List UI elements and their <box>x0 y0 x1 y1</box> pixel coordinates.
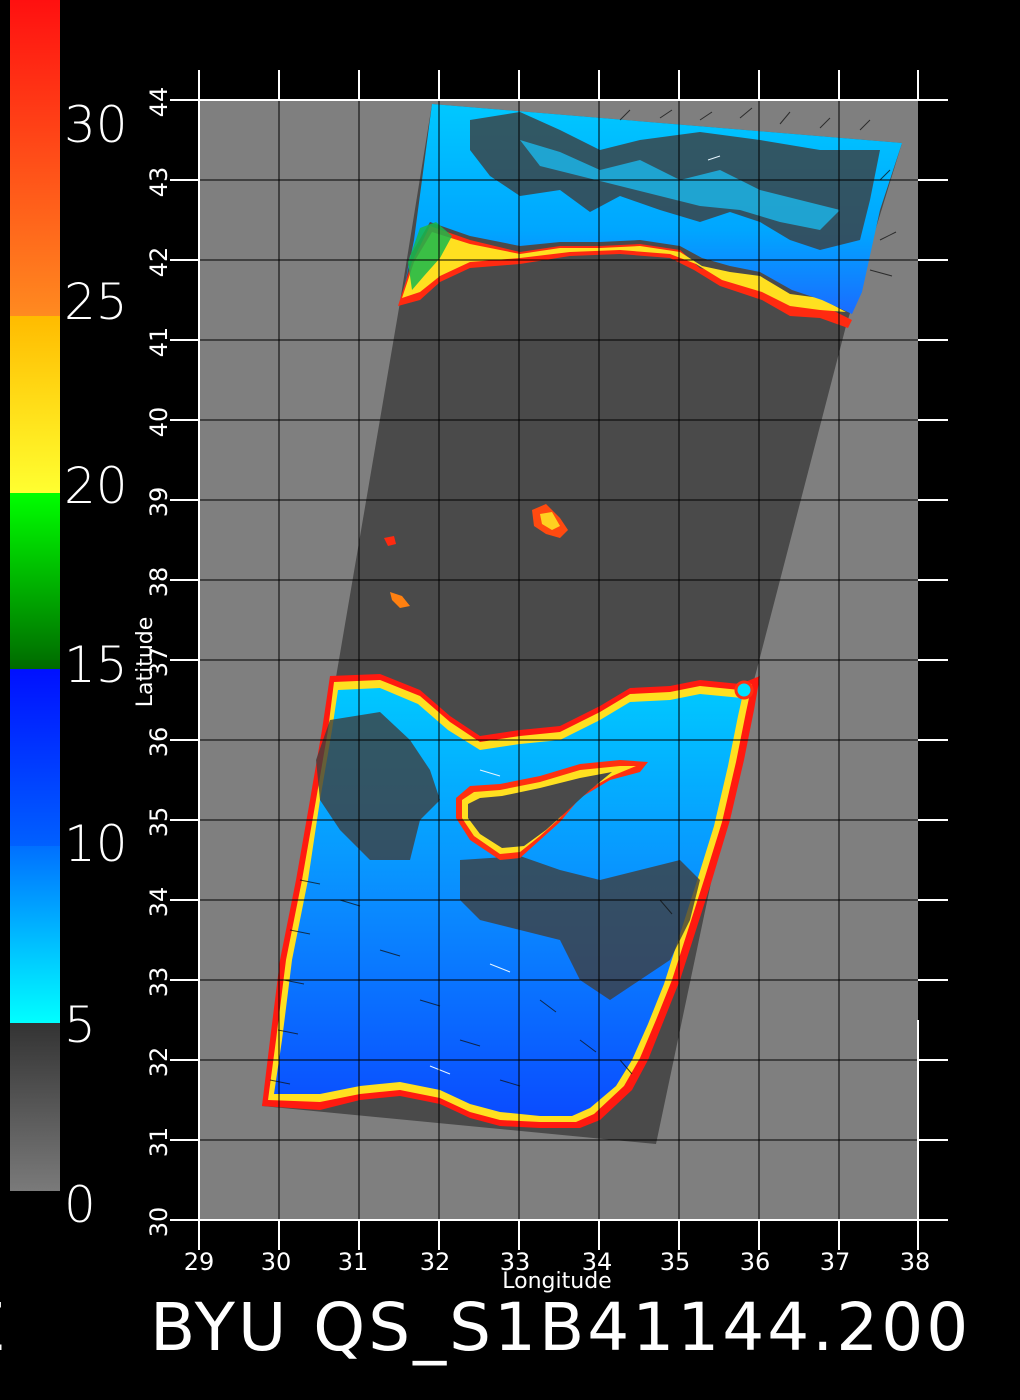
x-tick-36: 36 <box>740 1248 771 1276</box>
y-tick-41: 41 <box>145 327 173 358</box>
map-area: 29 30 31 32 33 34 35 36 37 38 30 31 32 3… <box>133 70 948 1294</box>
y-tick-30: 30 <box>145 1207 173 1238</box>
x-tick-31: 31 <box>338 1248 369 1276</box>
x-tick-35: 35 <box>660 1248 691 1276</box>
x-tick-32: 32 <box>420 1248 451 1276</box>
color-scale-labels: 30 25 20 15 10 5 0 <box>64 96 128 1234</box>
scale-label-0: 0 <box>64 1176 96 1234</box>
scale-band-5-10 <box>10 846 60 1023</box>
scale-label-30: 30 <box>64 96 128 154</box>
x-tick-38: 38 <box>900 1248 931 1276</box>
y-tick-42: 42 <box>145 247 173 278</box>
color-scale-bar <box>10 0 60 1191</box>
footer-left-char: E <box>0 1289 9 1366</box>
x-tick-29: 29 <box>184 1248 215 1276</box>
y-tick-43: 43 <box>145 167 173 198</box>
scale-label-10: 10 <box>64 815 128 873</box>
y-tick-39: 39 <box>145 487 173 518</box>
y-axis-title: Latitude <box>133 617 158 708</box>
scale-label-25: 25 <box>64 273 128 331</box>
y-tick-35: 35 <box>145 807 173 838</box>
scatterometer-wind-map: 30 25 20 15 10 5 0 29 30 31 32 33 34 35 … <box>0 0 971 1366</box>
scale-label-15: 15 <box>64 636 128 694</box>
scale-label-5: 5 <box>64 996 96 1054</box>
y-tick-34: 34 <box>145 887 173 918</box>
scale-label-20: 20 <box>64 457 128 515</box>
x-tick-37: 37 <box>820 1248 851 1276</box>
y-tick-32: 32 <box>145 1047 173 1078</box>
y-tick-31: 31 <box>145 1127 173 1158</box>
footer: E BYU QS_S1B41144.200 <box>0 1289 971 1366</box>
y-tick-44: 44 <box>145 87 173 118</box>
x-tick-30: 30 <box>261 1248 292 1276</box>
scale-band-0-5 <box>10 1023 60 1191</box>
gulf-marker <box>734 680 754 700</box>
scale-band-20-25 <box>10 316 60 493</box>
scale-band-15-20 <box>10 493 60 669</box>
scale-band-25-30 <box>10 0 60 316</box>
scale-band-10-15 <box>10 669 60 846</box>
y-tick-38: 38 <box>145 567 173 598</box>
y-tick-40: 40 <box>145 407 173 438</box>
y-tick-36: 36 <box>145 727 173 758</box>
footer-title: BYU QS_S1B41144.200 <box>150 1289 971 1366</box>
y-tick-33: 33 <box>145 967 173 998</box>
